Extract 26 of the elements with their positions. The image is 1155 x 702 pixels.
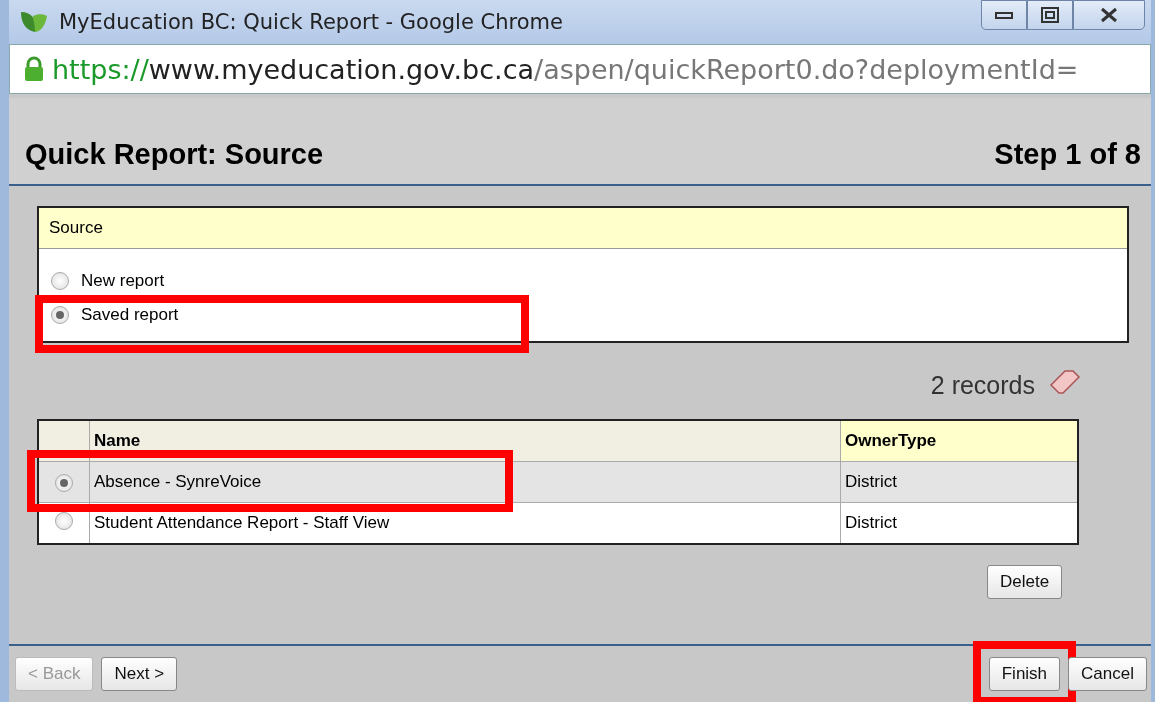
radio-button[interactable] xyxy=(51,272,69,290)
lock-icon xyxy=(24,56,44,82)
record-count: 2 records xyxy=(930,370,1035,400)
close-button[interactable] xyxy=(1073,0,1145,30)
footer-button[interactable]: Next > xyxy=(101,657,178,691)
footer-button[interactable]: Finish xyxy=(988,657,1061,691)
table-cell: Absence - SynreVoice xyxy=(89,461,841,503)
window-title: MyEducation BC: Quick Report - Google Chrome xyxy=(59,10,564,34)
step-indicator: Step 1 of 8 xyxy=(994,137,1141,171)
address-bar[interactable]: https://www.myeducation.gov.bc.ca/aspen/quickReport0.do?deploymentId= xyxy=(9,44,1151,94)
column-header[interactable]: OwnerType xyxy=(840,420,1078,462)
restore-button[interactable] xyxy=(1027,0,1073,30)
radio-label[interactable]: Saved report xyxy=(81,305,179,325)
radio-button[interactable] xyxy=(51,306,69,324)
delete-button[interactable]: Delete xyxy=(987,565,1063,599)
restore-icon xyxy=(1041,7,1059,23)
table-cell: District xyxy=(840,461,1078,503)
radio-button[interactable] xyxy=(55,474,73,492)
page-title: Quick Report: Source xyxy=(25,137,324,171)
minimize-button[interactable] xyxy=(981,0,1027,30)
panel-heading: Source xyxy=(39,208,1127,249)
minimize-icon xyxy=(995,11,1013,19)
eraser-icon[interactable] xyxy=(1049,369,1081,395)
close-icon xyxy=(1099,7,1119,23)
radio-label[interactable]: New report xyxy=(81,271,165,291)
footer-button[interactable]: Cancel xyxy=(1068,657,1147,691)
